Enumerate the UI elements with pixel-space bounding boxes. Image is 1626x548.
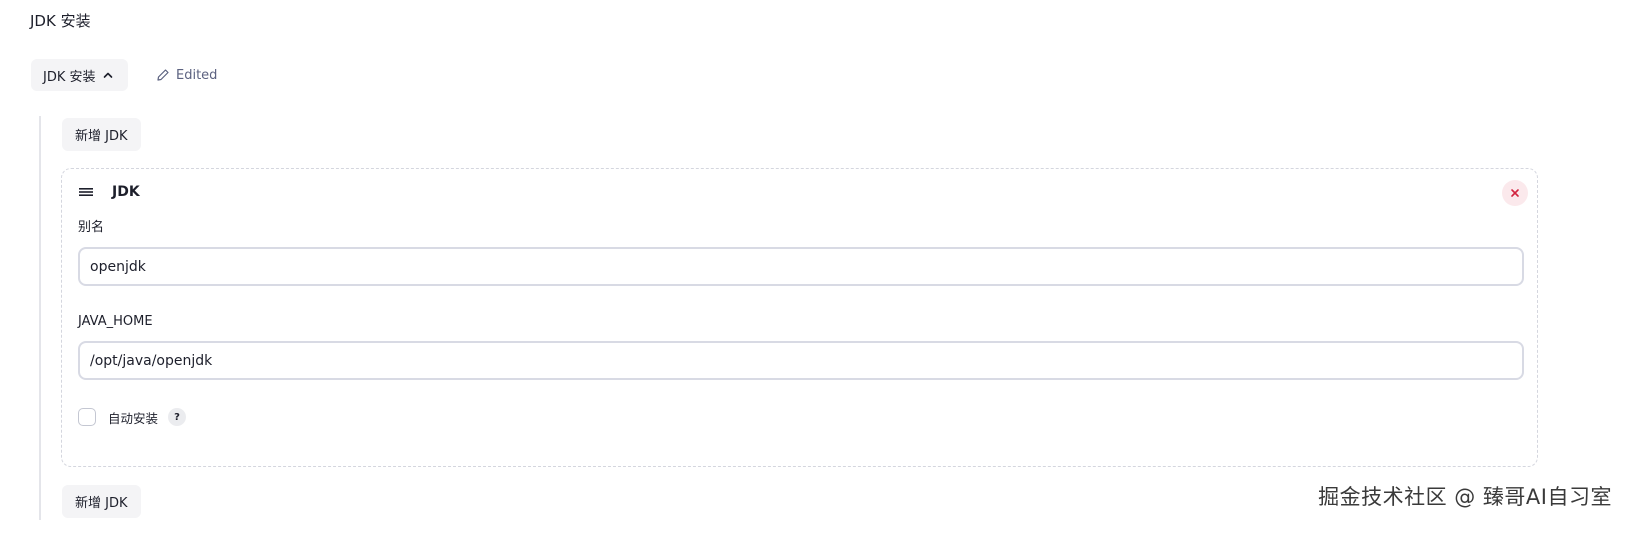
auto-install-checkbox[interactable] <box>78 408 96 426</box>
card-title: JDK <box>112 184 140 200</box>
add-jdk-button-bottom[interactable]: 新增 JDK <box>62 485 141 518</box>
jdk-section-toggle-button[interactable]: JDK 安装 <box>31 59 128 91</box>
edited-label: Edited <box>176 67 218 83</box>
close-icon <box>1510 188 1520 198</box>
alias-input[interactable] <box>78 247 1524 286</box>
auto-install-row: 自动安装 ? <box>78 406 187 428</box>
delete-jdk-button[interactable] <box>1502 180 1528 206</box>
section-title: JDK 安装 <box>30 12 91 30</box>
section-indent-line <box>39 116 41 520</box>
card-header: JDK <box>78 181 140 203</box>
drag-handle-icon[interactable] <box>78 186 94 198</box>
alias-label: 别名 <box>78 220 105 235</box>
pencil-icon <box>156 68 170 82</box>
chevron-up-icon <box>102 69 114 81</box>
java-home-input[interactable] <box>78 341 1524 380</box>
help-icon[interactable]: ? <box>168 408 187 426</box>
add-jdk-button-top[interactable]: 新增 JDK <box>62 118 141 151</box>
watermark: 掘金技术社区 @ 臻哥AI自习室 <box>1318 485 1612 509</box>
jdk-installation-card: JDK 别名 JAVA_HOME 自动安装 ? <box>61 168 1538 467</box>
edited-status: Edited <box>156 65 217 85</box>
toggle-label: JDK 安装 <box>43 69 96 85</box>
auto-install-label[interactable]: 自动安装 <box>108 408 158 427</box>
java-home-label: JAVA_HOME <box>78 314 153 329</box>
